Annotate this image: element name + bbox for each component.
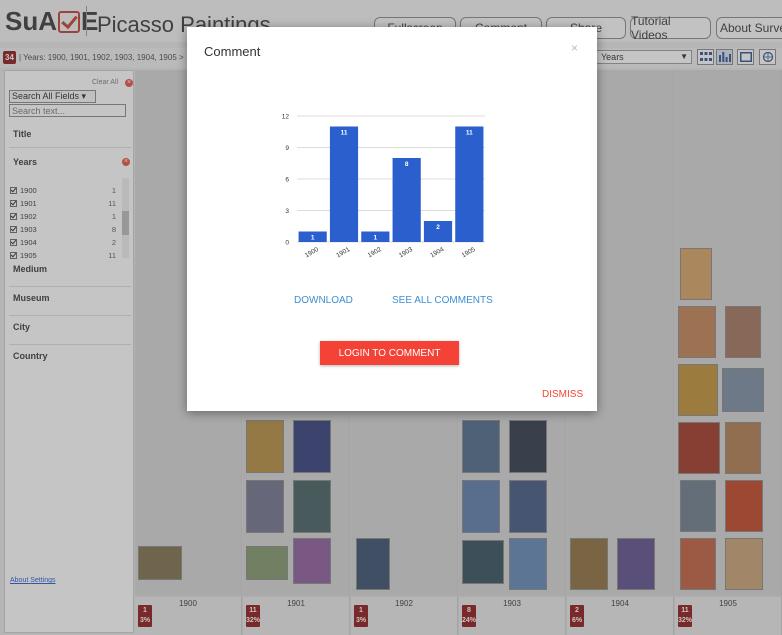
y-tick-label: 0 (285, 240, 289, 247)
bar-1903 (392, 158, 421, 242)
see-all-comments-button[interactable]: SEE ALL COMMENTS (392, 295, 493, 306)
x-tick-label: 1904 (429, 246, 445, 259)
bar-value-label: 2 (436, 224, 440, 231)
x-tick-label: 1903 (398, 246, 414, 259)
bar-value-label: 8 (405, 161, 409, 168)
bar-value-label: 1 (374, 235, 378, 242)
y-tick-label: 6 (285, 177, 289, 184)
dismiss-button[interactable]: DISMISS (542, 389, 583, 400)
x-tick-label: 1902 (367, 246, 383, 259)
x-tick-label: 1901 (335, 246, 351, 259)
y-tick-label: 9 (285, 145, 289, 152)
download-button[interactable]: DOWNLOAD (294, 295, 353, 306)
comment-modal: Comment × 0 3 6 9 12 1 1900 11 1901 1 1902 8 1903 2 19… (187, 27, 597, 411)
x-tick-label: 1905 (461, 246, 477, 259)
comment-bar-chart: 0 3 6 9 12 1 1900 11 1901 1 1902 8 1903 2 1904 11 1905 (282, 114, 485, 259)
bar-1905 (455, 126, 484, 242)
login-to-comment-button[interactable]: LOGIN TO COMMENT (320, 341, 459, 365)
y-tick-label: 12 (282, 114, 290, 121)
y-tick-label: 3 (285, 208, 289, 215)
bar-value-label: 1 (311, 235, 315, 242)
bar-value-label: 11 (341, 130, 348, 137)
bar-value-label: 11 (466, 130, 473, 137)
close-icon[interactable]: × (571, 41, 578, 55)
bar-1901 (329, 126, 359, 242)
modal-title: Comment (204, 44, 261, 59)
x-tick-label: 1900 (304, 246, 320, 259)
